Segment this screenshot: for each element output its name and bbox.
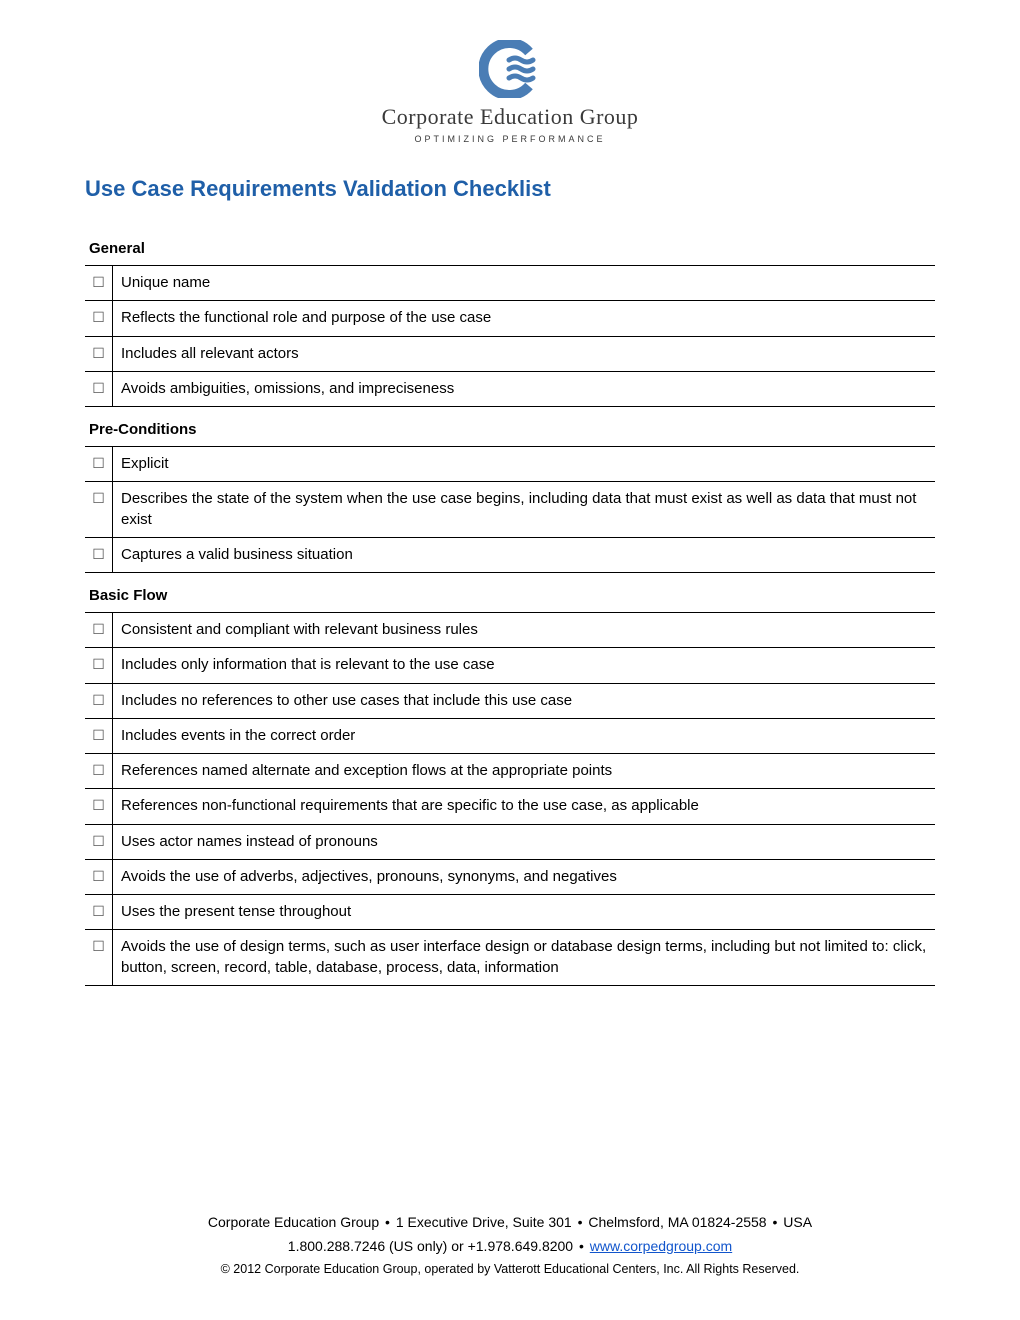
checklist-row: ☐ Explicit [85,447,935,482]
checklist-item-text: Includes only information that is releva… [113,648,935,682]
checklist-item-text: Captures a valid business situation [113,538,935,572]
checklist-item-text: Reflects the functional role and purpose… [113,301,935,335]
checklist-row: ☐ Includes all relevant actors [85,337,935,372]
checkbox[interactable]: ☐ [85,447,113,481]
footer-address: 1 Executive Drive, Suite 301 [396,1214,572,1230]
checklist-row: ☐ Includes only information that is rele… [85,648,935,683]
checklist-row: ☐ Includes events in the correct order [85,719,935,754]
checkbox[interactable]: ☐ [85,684,113,718]
checklist-item-text: Includes events in the correct order [113,719,935,753]
checkbox[interactable]: ☐ [85,895,113,929]
footer-phone-intl: +1.978.649.8200 [468,1238,574,1254]
footer-copyright: © 2012 Corporate Education Group, operat… [85,1259,935,1280]
checklist-row: ☐ References non-functional requirements… [85,789,935,824]
checklist-row: ☐ Avoids the use of adverbs, adjectives,… [85,860,935,895]
footer-phone-line: 1.800.288.7246 (US only) or +1.978.649.8… [85,1235,935,1259]
checkbox[interactable]: ☐ [85,754,113,788]
checkbox[interactable]: ☐ [85,538,113,572]
checkbox[interactable]: ☐ [85,482,113,537]
checklist-item-text: References non-functional requirements t… [113,789,935,823]
checkbox[interactable]: ☐ [85,789,113,823]
checklist-item-text: Describes the state of the system when t… [113,482,935,537]
section-heading-basicflow: Basic Flow [85,573,935,613]
checkbox[interactable]: ☐ [85,719,113,753]
checkbox[interactable]: ☐ [85,648,113,682]
checklist-item-text: Uses the present tense throughout [113,895,935,929]
checklist-item-text: Avoids the use of design terms, such as … [113,930,935,985]
page-title: Use Case Requirements Validation Checkli… [85,176,935,202]
checklist-row: ☐ Describes the state of the system when… [85,482,935,538]
logo-icon [479,40,541,98]
checklist-item-text: Avoids the use of adverbs, adjectives, p… [113,860,935,894]
footer-company: Corporate Education Group [208,1214,379,1230]
checklist-row: ☐ References named alternate and excepti… [85,754,935,789]
section-heading-preconditions: Pre-Conditions [85,407,935,447]
checklist-item-text: Uses actor names instead of pronouns [113,825,935,859]
footer-website-link[interactable]: www.corpedgroup.com [590,1238,732,1254]
footer-address-line: Corporate Education Group • 1 Executive … [85,1211,935,1235]
footer-or: or [447,1238,467,1254]
section-heading-general: General [85,232,935,266]
checkbox[interactable]: ☐ [85,337,113,371]
checklist-item-text: Unique name [113,266,935,300]
checkbox[interactable]: ☐ [85,301,113,335]
checkbox[interactable]: ☐ [85,613,113,647]
checklist-row: ☐ Includes no references to other use ca… [85,684,935,719]
checklist-item-text: References named alternate and exception… [113,754,935,788]
checklist-row: ☐ Reflects the functional role and purpo… [85,301,935,336]
checkbox[interactable]: ☐ [85,372,113,406]
checklist-item-text: Includes no references to other use case… [113,684,935,718]
checkbox[interactable]: ☐ [85,825,113,859]
checklist-row: ☐ Avoids ambiguities, omissions, and imp… [85,372,935,407]
page-footer: Corporate Education Group • 1 Executive … [85,1211,935,1290]
checklist-row: ☐ Uses the present tense throughout [85,895,935,930]
checklist-row: ☐ Consistent and compliant with relevant… [85,613,935,648]
footer-country: USA [783,1214,812,1230]
company-tagline: OPTIMIZING PERFORMANCE [414,134,605,144]
checklist-item-text: Consistent and compliant with relevant b… [113,613,935,647]
company-name: Corporate Education Group [382,104,639,130]
checklist-item-text: Explicit [113,447,935,481]
checkbox[interactable]: ☐ [85,266,113,300]
checkbox[interactable]: ☐ [85,930,113,985]
checklist-item-text: Avoids ambiguities, omissions, and impre… [113,372,935,406]
checklist-row: ☐ Avoids the use of design terms, such a… [85,930,935,986]
checkbox[interactable]: ☐ [85,860,113,894]
checklist-item-text: Includes all relevant actors [113,337,935,371]
checklist-row: ☐ Captures a valid business situation [85,538,935,573]
logo-area: Corporate Education Group OPTIMIZING PER… [85,40,935,144]
checklist-row: ☐ Unique name [85,266,935,301]
footer-phone-us: 1.800.288.7246 (US only) [288,1238,448,1254]
checklist-content: General ☐ Unique name ☐ Reflects the fun… [85,232,935,986]
checklist-row: ☐ Uses actor names instead of pronouns [85,825,935,860]
footer-city: Chelmsford, MA 01824-2558 [588,1214,766,1230]
